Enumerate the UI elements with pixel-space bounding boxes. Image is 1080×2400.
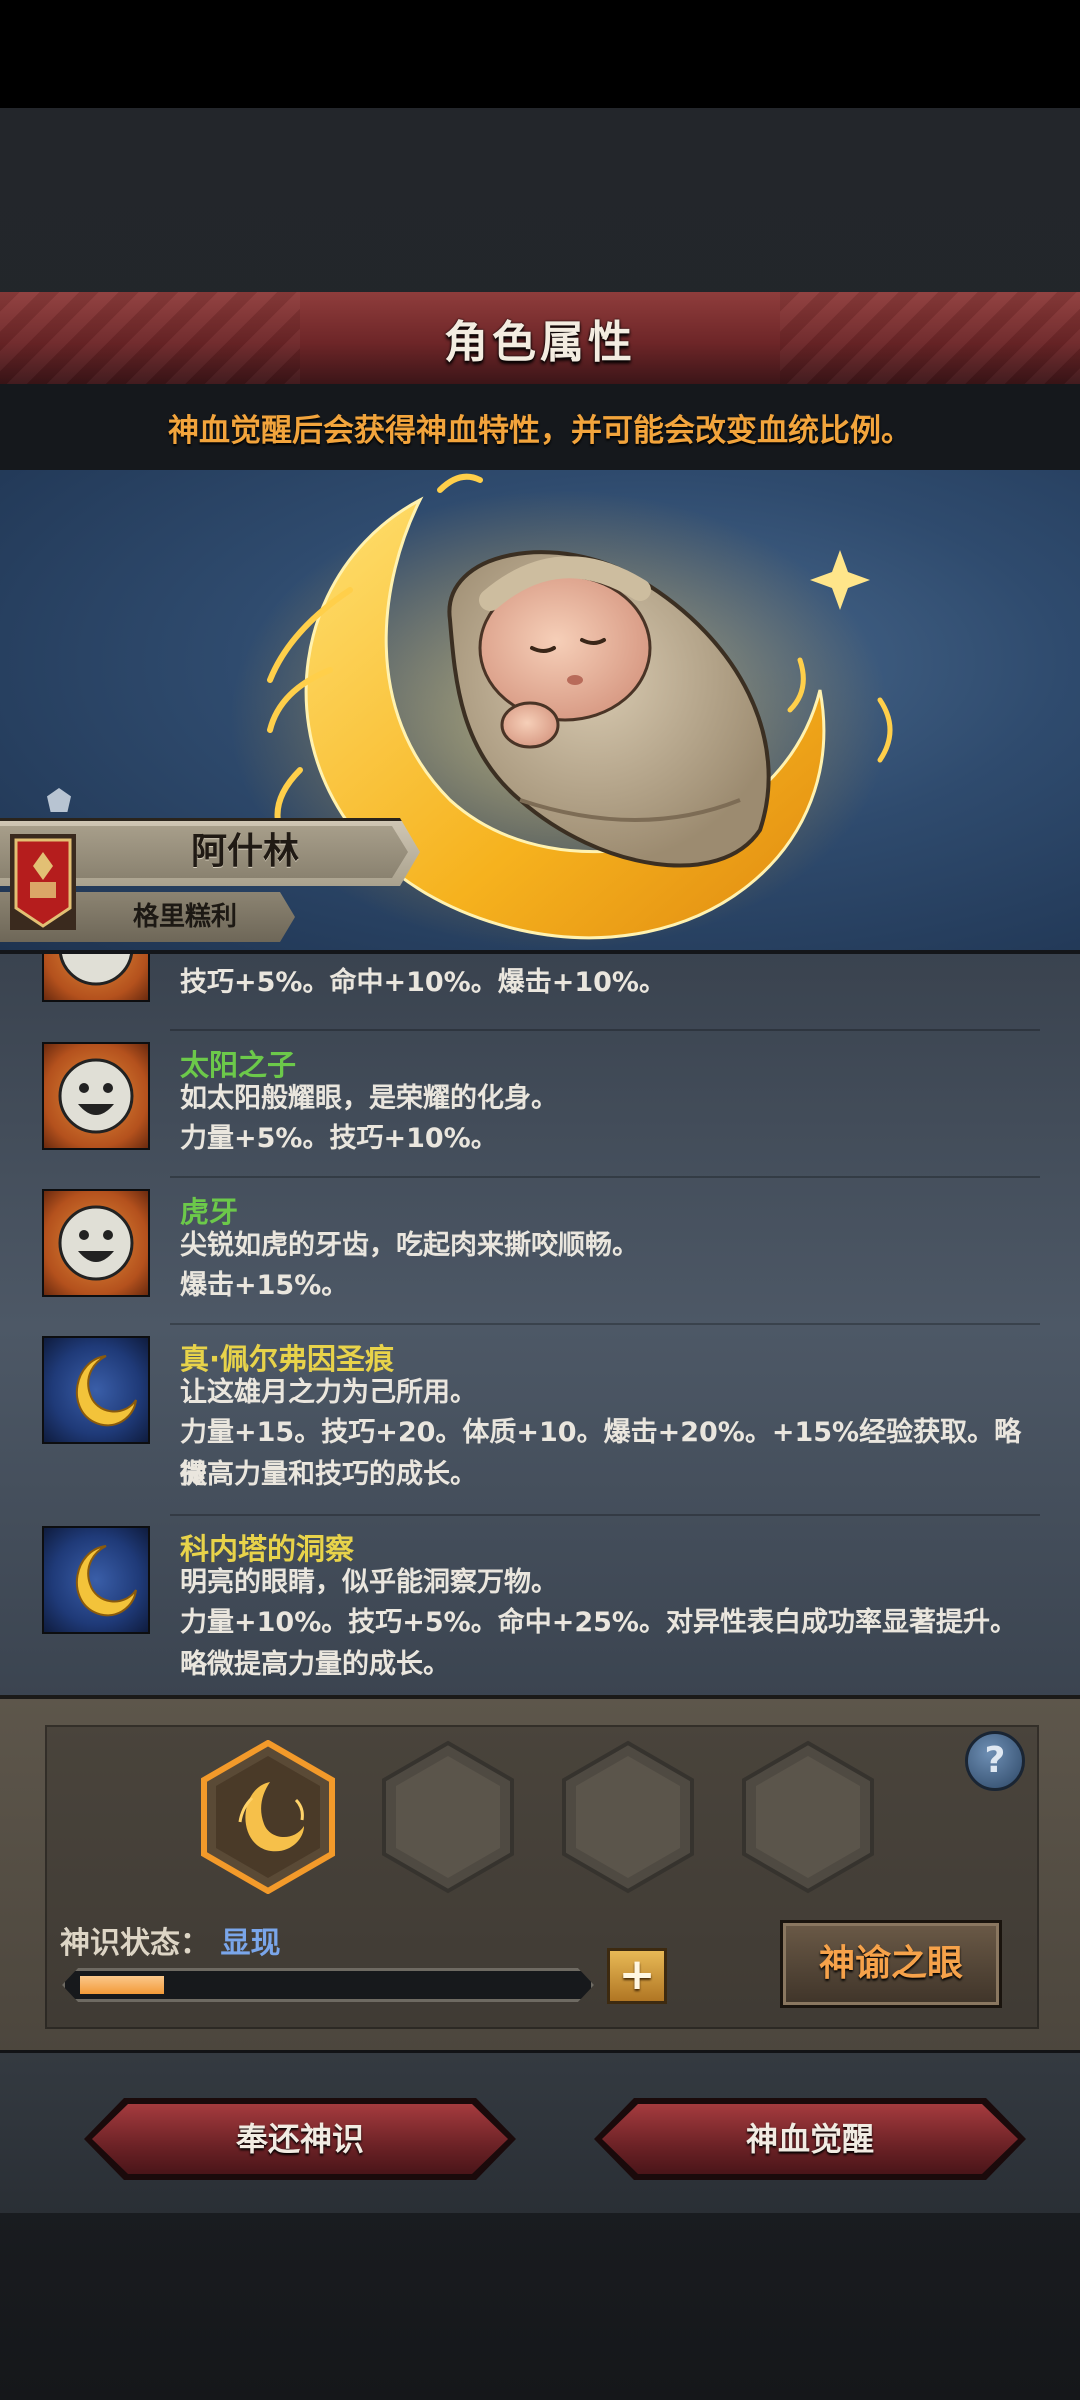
blood-awaken-button[interactable]: 神血觉醒	[594, 2098, 1026, 2180]
return-divine-sense-button[interactable]: 奉还神识	[84, 2098, 516, 2180]
awakening-slot-empty[interactable]	[740, 1740, 876, 1894]
trait-description: 尖锐如虎的牙齿，吃起肉来撕咬顺畅。	[180, 1230, 639, 1261]
trait-effect-continued: 提高力量和技巧的成长。	[180, 1459, 477, 1490]
awakening-slot-empty[interactable]	[560, 1740, 696, 1894]
crescent-moon-icon	[42, 1526, 150, 1634]
trait-effect: 爆击+15%。	[180, 1270, 349, 1301]
notice-bar: 神血觉醒后会获得神血特性，并可能会改变血统比例。	[0, 384, 1080, 470]
awakening-slot-active[interactable]	[200, 1740, 336, 1894]
return-divine-sense-label: 奉还神识	[92, 2104, 508, 2174]
character-family: 格里糕利	[132, 902, 237, 932]
divider	[170, 1176, 1040, 1178]
sun-face-icon	[42, 1042, 150, 1150]
awakening-slot-empty[interactable]	[380, 1740, 516, 1894]
title-bar: 角色属性	[0, 292, 1080, 387]
trait-effect-continued: 略微提高力量的成长。	[180, 1649, 450, 1680]
oracle-eye-button[interactable]: 神谕之眼	[780, 1920, 1002, 2008]
character-name: 阿什林	[190, 831, 299, 872]
trait-description: 让这雄月之力为己所用。	[180, 1377, 477, 1408]
status-bar-area	[0, 0, 1080, 108]
page-title: 角色属性	[444, 317, 636, 368]
notice-text: 神血觉醒后会获得神血特性，并可能会改变血统比例。	[168, 412, 912, 449]
trait-description: 明亮的眼睛，似乎能洞察万物。	[180, 1567, 558, 1598]
trait-effect: 力量+5%。技巧+10%。	[180, 1123, 498, 1154]
blood-awaken-label: 神血觉醒	[602, 2104, 1018, 2174]
divine-sense-state: 神识状态： 显现	[60, 1918, 280, 1962]
state-label: 神识状态：	[60, 1926, 210, 1961]
divider	[170, 1029, 1040, 1031]
divider	[170, 1323, 1040, 1325]
trait-effect: 力量+10%。技巧+5%。命中+25%。对异性表白成功率显著提升。	[180, 1607, 1017, 1638]
add-button[interactable]: +	[607, 1948, 667, 2004]
divider	[170, 1514, 1040, 1516]
help-button[interactable]: ?	[965, 1731, 1025, 1791]
state-value: 显现	[220, 1926, 281, 1961]
trait-description: 如太阳般耀眼，是荣耀的化身。	[180, 1083, 558, 1114]
trait-effect: 技巧+5%。命中+10%。爆击+10%。	[180, 967, 666, 998]
trait-list[interactable]: 技巧+5%。命中+10%。爆击+10%。 太阳之子 如太阳般耀眼，是荣耀的化身。…	[0, 950, 1080, 1699]
sun-face-icon	[42, 954, 150, 1002]
sun-face-icon	[42, 1189, 150, 1297]
crescent-moon-icon	[42, 1336, 150, 1444]
progress-fill	[80, 1976, 164, 1994]
family-crest-icon	[10, 834, 76, 930]
